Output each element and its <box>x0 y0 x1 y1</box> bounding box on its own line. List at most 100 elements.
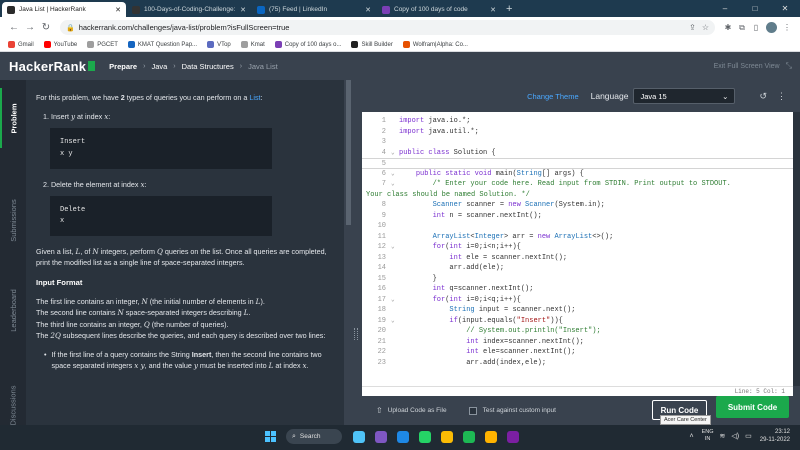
tab-submissions[interactable]: Submissions <box>0 185 26 255</box>
fold-chevron-icon[interactable]: ⌄ <box>391 169 395 180</box>
language-indicator[interactable]: ENG IN <box>702 429 714 443</box>
menu-kebab-icon[interactable]: ⋮ <box>780 23 794 32</box>
taskbar-app-icon[interactable] <box>485 430 497 443</box>
tab-leaderboard[interactable]: Leaderboard <box>0 275 26 345</box>
language-value: Java 15 <box>640 91 667 101</box>
change-theme-link[interactable]: Change Theme <box>527 92 579 101</box>
taskbar-app-icon[interactable] <box>397 430 409 443</box>
close-tab-icon[interactable]: ✕ <box>490 6 496 14</box>
taskbar-app-icon[interactable] <box>375 430 387 443</box>
battery-icon[interactable]: ▭ <box>745 432 752 440</box>
tab-discussions-label: Discussions <box>8 384 18 426</box>
bookmark-label: Skill Builder <box>361 41 393 48</box>
line-number: 1 <box>381 117 386 125</box>
lock-icon[interactable]: 🔒 <box>66 24 75 32</box>
code-line: Your class should be named Solution. */ <box>362 190 793 201</box>
bookmark-item[interactable]: Skill Builder <box>351 41 393 48</box>
code-line: 3 <box>362 137 793 148</box>
bookmark-favicon-icon <box>87 41 95 48</box>
sidebar-icon[interactable]: ▯ <box>749 23 763 32</box>
close-tab-icon[interactable]: ✕ <box>115 6 121 14</box>
breadcrumb-data-structures[interactable]: Data Structures <box>182 62 234 71</box>
profile-avatar[interactable] <box>766 22 777 33</box>
clock[interactable]: 23:12 29-11-2022 <box>760 428 790 444</box>
browser-tab[interactable]: Java List | HackerRank ✕ <box>2 2 126 17</box>
share-icon[interactable]: ⇪ <box>689 23 696 32</box>
taskbar-app-icon[interactable] <box>463 430 475 443</box>
language-select[interactable]: Java 15 ⌄ <box>633 88 736 104</box>
bookmark-label: VTop <box>217 41 231 48</box>
taskbar-apps: ⌕ Search <box>265 429 524 444</box>
url-input[interactable]: 🔒 hackerrank.com/challenges/java-list/pr… <box>60 20 715 35</box>
custom-input-toggle[interactable]: Test against custom input <box>468 406 556 415</box>
taskbar-app-icon[interactable] <box>419 430 431 443</box>
chevron-down-icon: ⌄ <box>722 91 729 101</box>
bookmark-item[interactable]: YouTube <box>43 41 77 48</box>
line-number: 8 <box>381 201 386 209</box>
puzzle-icon[interactable]: ⧉ <box>735 23 749 33</box>
browser-tab[interactable]: Copy of 100 days of code ✕ <box>377 2 501 17</box>
code-editor[interactable]: 1 import java.io.*; 2 import java.util.*; 3 4… <box>362 112 793 386</box>
list-link[interactable]: List <box>249 93 260 102</box>
breadcrumb-prepare[interactable]: Prepare <box>109 62 137 71</box>
editor-footer: ⇧ Upload Code as File Test against custo… <box>362 396 800 425</box>
fold-chevron-icon[interactable]: ⌄ <box>391 242 395 253</box>
logo-text: HackerRank <box>9 58 87 74</box>
panel-splitter[interactable] <box>344 80 362 425</box>
fold-chevron-icon[interactable]: ⌄ <box>391 295 395 306</box>
volume-icon[interactable]: ◁) <box>731 432 739 440</box>
bookmark-item[interactable]: Copy of 100 days o... <box>274 41 341 48</box>
line-number: 20 <box>377 327 386 335</box>
editor-scrollbar[interactable] <box>793 112 800 386</box>
fold-chevron-icon[interactable]: ⌄ <box>391 179 395 190</box>
forward-icon[interactable]: → <box>22 22 38 33</box>
bookmark-item[interactable]: Gmail <box>8 41 34 48</box>
taskbar-app-icon[interactable] <box>507 430 519 443</box>
submit-code-button[interactable]: Submit Code <box>716 396 789 418</box>
new-tab-icon[interactable]: + <box>506 2 512 17</box>
more-options-icon[interactable]: ⋮ <box>777 91 786 102</box>
bookmark-item[interactable]: Kmat <box>240 41 265 48</box>
close-tab-icon[interactable]: ✕ <box>240 6 246 14</box>
breadcrumb-java[interactable]: Java <box>151 62 167 71</box>
query-delete-item: 2. Delete the element at index x: <box>43 179 147 189</box>
taskbar-search[interactable]: ⌕ Search <box>286 429 342 444</box>
back-icon[interactable]: ← <box>6 22 22 33</box>
close-tab-icon[interactable]: ✕ <box>365 6 371 14</box>
chevron-up-icon[interactable]: ˄ <box>690 433 694 440</box>
hackerrank-logo[interactable]: HackerRank <box>9 58 96 74</box>
custom-input-checkbox[interactable] <box>468 406 477 415</box>
taskbar-app-icon[interactable] <box>441 430 453 443</box>
bookmark-item[interactable]: Wolfram|Alpha: Co... <box>402 41 468 48</box>
bookmark-item[interactable]: KMAT Question Pap... <box>127 41 197 48</box>
chevron-right-icon: › <box>143 62 146 70</box>
system-tray: ˄ ENG IN ≋ ◁) ▭ 23:12 29-11-2022 <box>684 428 790 444</box>
problem-scrollbar[interactable] <box>346 80 351 225</box>
bookmark-star-icon[interactable]: ☆ <box>702 23 709 32</box>
bookmark-item[interactable]: VTop <box>207 41 231 48</box>
extension-icon[interactable]: ✱ <box>721 23 735 32</box>
wifi-icon[interactable]: ≋ <box>720 432 726 440</box>
fold-chevron-icon[interactable]: ⌄ <box>391 148 395 159</box>
line-number: 16 <box>377 285 386 293</box>
bookmark-item[interactable]: PGCET <box>87 41 118 48</box>
windows-start-icon[interactable] <box>265 431 276 442</box>
browser-tab[interactable]: (75) Feed | LinkedIn ✕ <box>252 2 376 17</box>
maximize-icon[interactable]: □ <box>740 0 770 17</box>
given-text: Given a list, L, of N integers, perform … <box>36 247 327 268</box>
exit-fullscreen-button[interactable]: Exit Full Screen View ⤡ <box>714 52 792 80</box>
browser-tab[interactable]: 100-Days-of-Coding-Challenge: ✕ <box>127 2 251 17</box>
taskbar-app-icon[interactable] <box>353 430 365 443</box>
drag-handle-icon[interactable] <box>354 328 358 340</box>
close-window-icon[interactable]: ✕ <box>770 0 800 17</box>
history-icon[interactable]: ↺ <box>759 91 767 102</box>
reload-icon[interactable]: ↻ <box>38 22 54 33</box>
chevron-right-icon: › <box>239 62 243 70</box>
fold-chevron-icon[interactable]: ⌄ <box>391 316 395 327</box>
upload-code-button[interactable]: ⇧ Upload Code as File <box>376 406 447 415</box>
tab-problem[interactable]: Problem <box>0 88 26 148</box>
url-text: hackerrank.com/challenges/java-list/prob… <box>78 23 290 32</box>
code-line: 22 int ele=scanner.nextInt(); <box>362 347 793 358</box>
breadcrumb: Prepare › Java › Data Structures › Java … <box>109 62 278 71</box>
minimize-icon[interactable]: – <box>710 0 740 17</box>
